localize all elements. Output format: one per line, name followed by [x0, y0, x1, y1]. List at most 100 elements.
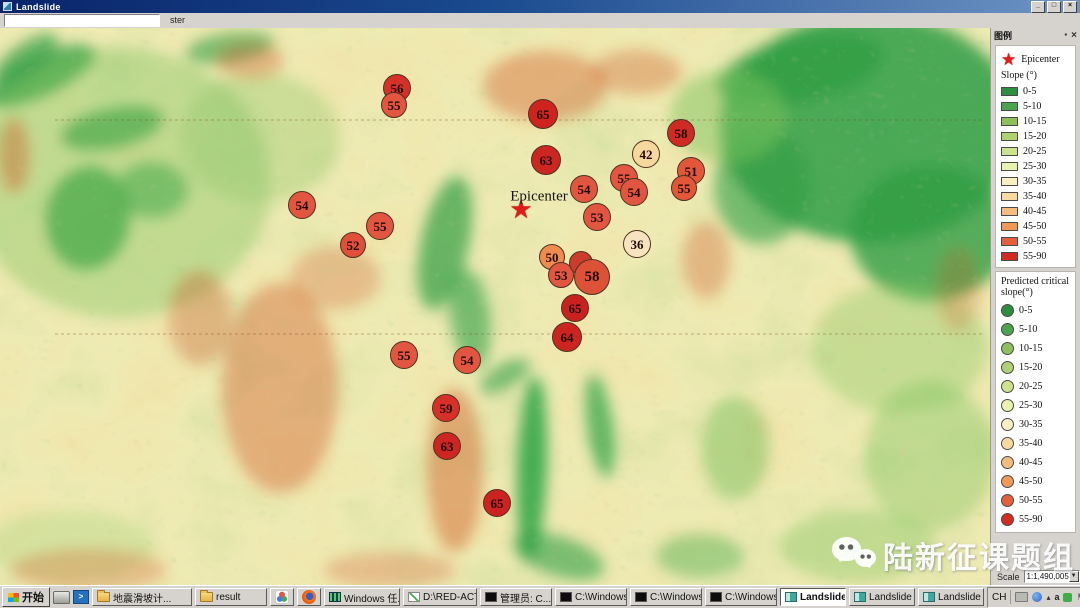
- slope-point[interactable]: 54: [288, 191, 316, 219]
- slope-color-swatch: [1001, 222, 1018, 231]
- slope-range-label: 15-20: [1023, 131, 1046, 142]
- taskbar-button-label: 地震滑坡计...: [113, 590, 171, 605]
- trefoil-icon: [275, 590, 289, 604]
- slope-point-value: 54: [628, 186, 641, 199]
- slope-legend-item: 30-35: [1001, 174, 1073, 189]
- slope-point[interactable]: 55: [671, 175, 697, 201]
- taskbar: 开始 > 地震滑坡计... result Windows 任... D:\RED…: [0, 585, 1080, 608]
- slope-legend-item: 20-25: [1001, 144, 1073, 159]
- slope-point[interactable]: 42: [632, 140, 660, 168]
- slope-point[interactable]: 55: [390, 341, 418, 369]
- tray-flag-icon[interactable]: [1076, 592, 1080, 603]
- taskbar-button[interactable]: result: [195, 588, 267, 606]
- critical-range-label: 0-5: [1019, 305, 1032, 316]
- slope-point[interactable]: 54: [620, 178, 648, 206]
- slope-legend-item: 15-20: [1001, 129, 1073, 144]
- slope-point[interactable]: 52: [340, 232, 366, 258]
- slope-point[interactable]: 59: [432, 394, 460, 422]
- layer-combo-box[interactable]: [4, 14, 160, 27]
- critical-legend-item: 50-55: [1001, 491, 1073, 510]
- taskbar-button[interactable]: [270, 588, 294, 606]
- title-bar: Landslide _ □ ×: [0, 0, 1080, 13]
- close-button[interactable]: ×: [1063, 1, 1077, 13]
- slope-point[interactable]: 54: [453, 346, 481, 374]
- tray-printer-icon[interactable]: [1015, 592, 1028, 602]
- chevron-down-icon[interactable]: ▼: [1069, 571, 1079, 582]
- critical-range-label: 35-40: [1019, 438, 1042, 449]
- slope-point[interactable]: 63: [433, 432, 461, 460]
- slope-point[interactable]: 54: [570, 175, 598, 203]
- tray-app-icon[interactable]: [1063, 593, 1072, 602]
- slope-legend-item: 0-5: [1001, 84, 1073, 99]
- language-indicator[interactable]: CH: [992, 592, 1006, 603]
- slope-range-label: 30-35: [1023, 176, 1046, 187]
- slope-legend-item: 40-45: [1001, 204, 1073, 219]
- slope-point[interactable]: 65: [483, 489, 511, 517]
- taskbar-button[interactable]: C:\Windows...: [630, 588, 702, 606]
- legend-panel-header: 图例 ▪ ×: [991, 28, 1080, 42]
- slope-point[interactable]: 63: [531, 145, 561, 175]
- map-canvas[interactable]: 56 55 65 58 42 63 51 55 55 54 54 54 53 5…: [0, 28, 990, 585]
- slope-point[interactable]: 36: [623, 230, 651, 258]
- slope-point-value: 54: [461, 354, 474, 367]
- taskbar-button[interactable]: Landslide: [780, 588, 846, 606]
- tray-ime-icon[interactable]: [1054, 592, 1059, 602]
- slope-point[interactable]: 64: [552, 322, 582, 352]
- powershell-icon[interactable]: >: [73, 590, 89, 604]
- slope-point[interactable]: 65: [528, 99, 558, 129]
- printer-icon[interactable]: [53, 591, 70, 604]
- slope-range-label: 55-90: [1023, 251, 1046, 262]
- critical-legend-item: 40-45: [1001, 453, 1073, 472]
- taskbar-button-label: D:\RED-ACT...: [423, 592, 477, 603]
- folder-icon: [97, 592, 110, 602]
- scale-combo-box[interactable]: 1:1,490,005 ▼: [1024, 570, 1080, 583]
- slope-point-value: 55: [388, 99, 401, 112]
- slope-point-value: 42: [640, 148, 653, 161]
- taskbar-button[interactable]: 管理员: C...: [480, 588, 552, 606]
- taskbar-button[interactable]: C:\Windows...: [555, 588, 627, 606]
- slope-color-swatch: [1001, 237, 1018, 246]
- slope-color-swatch: [1001, 147, 1018, 156]
- taskbar-button[interactable]: 地震滑坡计...: [92, 588, 192, 606]
- tray-expand-icon[interactable]: [1046, 593, 1050, 602]
- slope-point[interactable]: 58: [574, 259, 610, 295]
- start-button-label: 开始: [22, 589, 44, 605]
- slope-color-swatch: [1001, 132, 1018, 141]
- slope-color-swatch: [1001, 87, 1018, 96]
- slope-legend-item: 25-30: [1001, 159, 1073, 174]
- slope-point[interactable]: 58: [667, 119, 695, 147]
- app-icon: [3, 2, 12, 11]
- slope-color-swatch: [1001, 207, 1018, 216]
- slope-point-value: 54: [578, 183, 591, 196]
- slope-point-value: 63: [540, 154, 553, 167]
- critical-range-label: 25-30: [1019, 400, 1042, 411]
- slope-legend-item: 45-50: [1001, 219, 1073, 234]
- start-button[interactable]: 开始: [2, 587, 50, 607]
- slope-point[interactable]: 53: [583, 203, 611, 231]
- slope-point[interactable]: 55: [366, 212, 394, 240]
- epicenter-label: Epicenter: [510, 189, 567, 206]
- pin-icon[interactable]: ▪: [1064, 31, 1067, 39]
- slope-color-swatch: [1001, 192, 1018, 201]
- taskbar-button[interactable]: Windows 任...: [324, 588, 400, 606]
- maximize-button[interactable]: □: [1047, 1, 1061, 13]
- critical-color-swatch: [1001, 361, 1014, 374]
- critical-color-swatch: [1001, 304, 1014, 317]
- slope-point[interactable]: 55: [381, 92, 407, 118]
- slope-point[interactable]: 65: [561, 294, 589, 322]
- critical-color-swatch: [1001, 342, 1014, 355]
- critical-range-label: 30-35: [1019, 419, 1042, 430]
- slope-point-value: 64: [561, 331, 574, 344]
- taskbar-button[interactable]: C:\Windows...: [705, 588, 777, 606]
- critical-legend-item: 30-35: [1001, 415, 1073, 434]
- critical-legend-item: 45-50: [1001, 472, 1073, 491]
- minimize-button[interactable]: _: [1031, 1, 1045, 13]
- panel-close-icon[interactable]: ×: [1071, 31, 1077, 40]
- taskbar-button[interactable]: [297, 588, 321, 606]
- taskbar-button-label: Windows 任...: [344, 590, 400, 605]
- taskbar-button[interactable]: D:\RED-ACT...: [403, 588, 477, 606]
- taskbar-button[interactable]: Landslide: [918, 588, 984, 606]
- taskbar-button[interactable]: Landslide: [849, 588, 915, 606]
- slope-legend-item: 55-90: [1001, 249, 1073, 264]
- tray-browser-icon[interactable]: [1032, 592, 1042, 602]
